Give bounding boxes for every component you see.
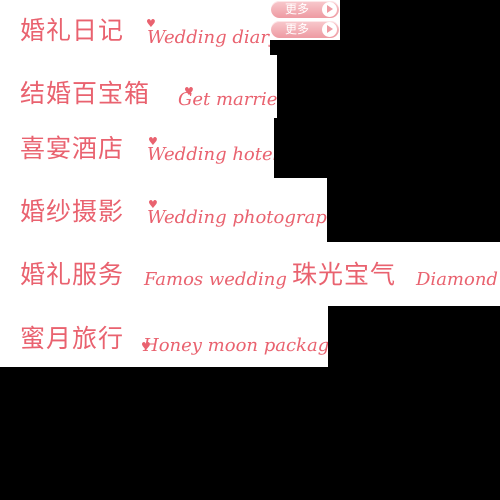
menu-row-services: 婚礼服务 Famos wedding 珠光宝气 Diamond — [0, 242, 500, 306]
menu-item-honeymoon[interactable]: 蜜月旅行 ♥ Honey moon packages — [0, 306, 328, 367]
menu-item-cn-label: 喜宴酒店 — [20, 134, 125, 163]
more-button[interactable]: 更多 — [271, 21, 339, 38]
play-arrow-icon — [322, 2, 337, 17]
menu-item-cn-label: 蜜月旅行 — [20, 324, 125, 353]
more-button-label: 更多 — [285, 22, 310, 36]
play-arrow-icon — [322, 22, 337, 37]
menu-item-cn-label: 婚纱摄影 — [20, 197, 125, 226]
menu-item-cn-label: 结婚百宝箱 — [20, 79, 151, 108]
menu-item-diamond[interactable]: 珠光宝气 Diamond — [290, 242, 500, 306]
menu-item-en-label: Wedding diary — [147, 27, 270, 48]
menu-item-en-label: Famos wedding — [144, 269, 287, 290]
menu-item-wedding-photography[interactable]: 婚纱摄影 ♥ Wedding photography — [0, 178, 327, 242]
menu-item-en-label: Honey moon packages — [143, 335, 328, 356]
menu-item-get-married[interactable]: 结婚百宝箱 ♥ Get married — [0, 55, 277, 118]
menu-item-cn-label: 婚礼日记 — [20, 16, 125, 45]
menu-item-wedding-diary[interactable]: 婚礼日记 ♥ Wedding diary — [0, 0, 270, 55]
menu-item-en-label: Diamond — [416, 269, 498, 290]
menu-item-en-label: Get married — [178, 89, 277, 110]
menu-item-en-label: Wedding hotel — [147, 144, 274, 165]
more-button[interactable]: 更多 — [271, 1, 339, 18]
menu-item-en-label: Wedding photography — [147, 207, 327, 228]
menu-item-wedding-hotel[interactable]: 喜宴酒店 ♥ Wedding hotel — [0, 118, 274, 178]
menu-item-famous-wedding[interactable]: 婚礼服务 Famos wedding — [0, 242, 287, 306]
menu-item-cn-label: 婚礼服务 — [20, 260, 125, 289]
more-button-label: 更多 — [285, 2, 310, 16]
menu-item-cn-label: 珠光宝气 — [292, 260, 397, 289]
more-area: 更多 更多 — [270, 0, 340, 40]
